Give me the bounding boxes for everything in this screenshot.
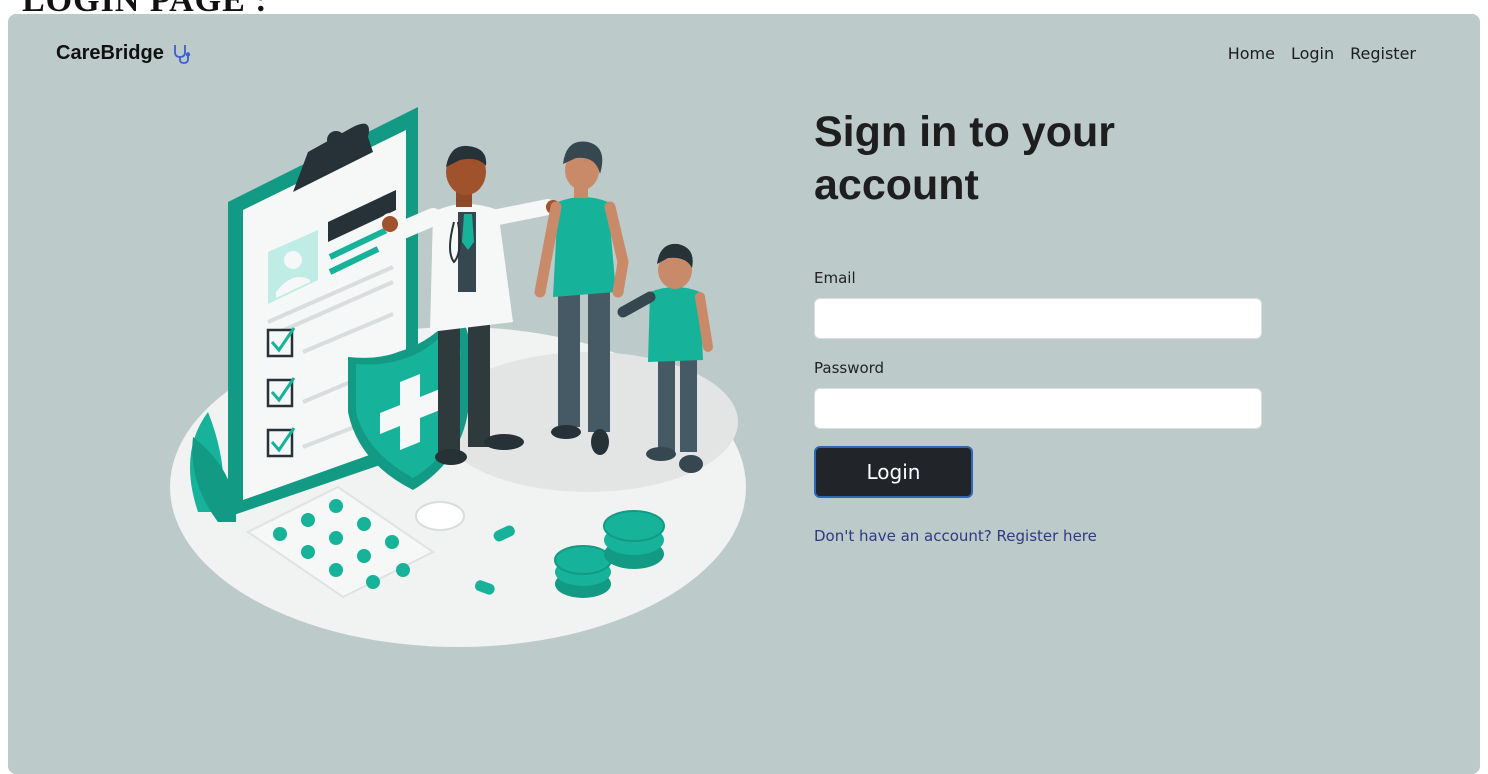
- app-window: CareBridge Home Login Register Sign in t…: [8, 14, 1480, 774]
- email-field[interactable]: [814, 298, 1262, 339]
- brand[interactable]: CareBridge: [56, 42, 193, 65]
- nav-register-link[interactable]: Register: [1350, 44, 1416, 63]
- email-label: Email: [814, 269, 856, 287]
- top-nav: Home Login Register: [1228, 44, 1416, 63]
- nav-login-link[interactable]: Login: [1291, 44, 1334, 63]
- page-title: Sign in to your account: [814, 108, 1115, 209]
- login-button[interactable]: Login: [814, 446, 973, 498]
- register-link[interactable]: Don't have an account? Register here: [814, 527, 1097, 545]
- brand-name: CareBridge: [56, 42, 164, 64]
- password-label: Password: [814, 359, 885, 377]
- login-form: Sign in to your account Email Password L…: [814, 106, 1262, 546]
- stethoscope-icon: [171, 43, 193, 65]
- healthcare-insurance-illustration: [168, 92, 748, 652]
- nav-home-link[interactable]: Home: [1228, 44, 1275, 63]
- password-field[interactable]: [814, 388, 1262, 429]
